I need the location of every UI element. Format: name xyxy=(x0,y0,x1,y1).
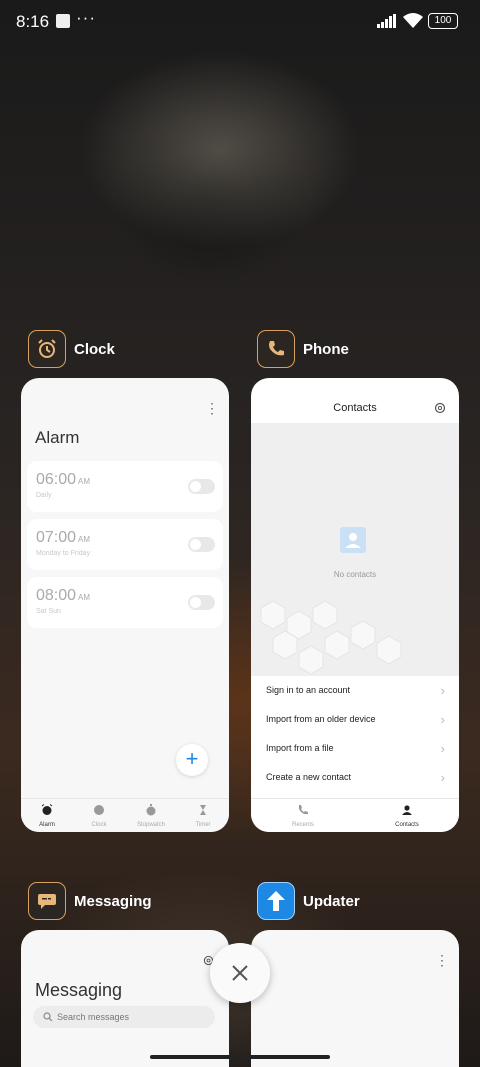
alarm-item[interactable]: 07:00 AM Monday to Friday xyxy=(27,519,223,570)
nav-alarm[interactable]: Alarm xyxy=(21,799,73,832)
app-name-messaging: Messaging xyxy=(74,892,152,910)
search-placeholder: Search messages xyxy=(57,1012,130,1022)
contact-avatar-icon xyxy=(340,527,366,553)
nav-clock[interactable]: Clock xyxy=(73,799,125,832)
messaging-title: Messaging xyxy=(35,980,123,1000)
menu-import-file[interactable]: Import from a file xyxy=(251,734,459,763)
nav-recents[interactable]: Recents xyxy=(251,799,355,832)
app-header-phone[interactable]: Phone xyxy=(257,330,349,368)
phone-bottom-nav: Recents Contacts xyxy=(251,798,459,832)
alarm-repeat: Sat Sun xyxy=(36,608,61,615)
hexagon-pattern xyxy=(260,600,402,675)
app-name-updater: Updater xyxy=(303,892,360,910)
status-time: 8:16 xyxy=(16,12,50,31)
alarm-time: 08:00 xyxy=(36,587,77,604)
notification-icon xyxy=(56,14,70,28)
menu-create-contact[interactable]: Create a new contact xyxy=(251,763,459,792)
alarm-toggle[interactable] xyxy=(188,595,215,610)
alarm-icon xyxy=(41,804,53,815)
alarm-ampm: AM xyxy=(78,593,91,602)
signal-icon xyxy=(377,14,396,28)
message-bubble-icon xyxy=(28,882,66,920)
app-header-messaging[interactable]: Messaging xyxy=(28,882,152,920)
alarm-ampm: AM xyxy=(78,477,91,486)
nav-label: Contacts xyxy=(395,822,419,828)
contacts-person-icon xyxy=(402,805,412,815)
update-arrow-icon xyxy=(257,882,295,920)
clock-app-card[interactable]: ⋮ Alarm 06:00 AM Daily 07:00 AM Monday to … xyxy=(21,378,229,832)
clock-icon xyxy=(94,805,104,815)
search-messages-input[interactable]: Search messages xyxy=(33,1006,215,1028)
more-notifications-icon: ··· xyxy=(76,8,96,27)
contacts-title: Contacts xyxy=(333,402,377,414)
search-icon xyxy=(43,1012,53,1022)
clock-bottom-nav: Alarm Clock Stopwatch Timer xyxy=(21,798,229,832)
home-gesture-handle[interactable] xyxy=(150,1055,330,1059)
contacts-menu: Sign in to an account Import from an old… xyxy=(251,676,459,792)
nav-label: Alarm xyxy=(39,822,55,828)
alarm-time: 06:00 xyxy=(36,471,77,488)
alarm-toggle[interactable] xyxy=(188,479,215,494)
nav-contacts[interactable]: Contacts xyxy=(355,799,459,832)
app-name-phone: Phone xyxy=(303,340,349,358)
nav-label: Stopwatch xyxy=(136,822,166,828)
no-contacts-label: No contacts xyxy=(333,570,377,579)
menu-sign-in[interactable]: Sign in to an account xyxy=(251,676,459,705)
status-bar: 8:16 ··· 100 xyxy=(0,0,480,44)
alarm-clock-icon xyxy=(28,330,66,368)
phone-app-card[interactable]: Contacts No contacts Sign in to an accou… xyxy=(251,378,459,832)
alarm-title: Alarm xyxy=(35,428,80,447)
clear-all-button[interactable] xyxy=(210,943,270,1003)
app-name-clock: Clock xyxy=(74,340,115,358)
recents-phone-icon xyxy=(299,805,308,815)
alarm-item[interactable]: 06:00 AM Daily xyxy=(27,461,223,512)
settings-gear-icon[interactable] xyxy=(434,402,446,414)
alarm-time: 07:00 xyxy=(36,529,77,546)
menu-import-device[interactable]: Import from an older device xyxy=(251,705,459,734)
alarm-toggle[interactable] xyxy=(188,537,215,552)
nav-stopwatch[interactable]: Stopwatch xyxy=(125,799,177,832)
messaging-app-card[interactable]: Messaging Search messages xyxy=(21,930,229,1067)
nav-label: Clock xyxy=(91,822,107,828)
updater-app-card[interactable]: ⋮ xyxy=(251,930,459,1067)
stopwatch-icon xyxy=(146,804,156,816)
app-header-updater[interactable]: Updater xyxy=(257,882,360,920)
nav-timer[interactable]: Timer xyxy=(177,799,229,832)
alarm-repeat: Monday to Friday xyxy=(36,550,91,557)
wifi-icon xyxy=(403,13,423,28)
app-header-clock[interactable]: Clock xyxy=(28,330,115,368)
more-options-icon[interactable]: ⋮ xyxy=(435,952,449,969)
hourglass-icon xyxy=(200,805,206,815)
nav-label: Timer xyxy=(195,822,211,828)
nav-label: Recents xyxy=(291,822,314,828)
add-alarm-button[interactable]: + xyxy=(176,744,208,776)
alarm-item[interactable]: 08:00 AM Sat Sun xyxy=(27,577,223,628)
alarm-ampm: AM xyxy=(78,535,91,544)
close-icon xyxy=(232,965,248,981)
battery-icon: 100 xyxy=(428,13,458,29)
phone-icon xyxy=(257,330,295,368)
more-options-icon[interactable]: ⋮ xyxy=(205,400,219,417)
alarm-repeat: Daily xyxy=(36,492,52,499)
